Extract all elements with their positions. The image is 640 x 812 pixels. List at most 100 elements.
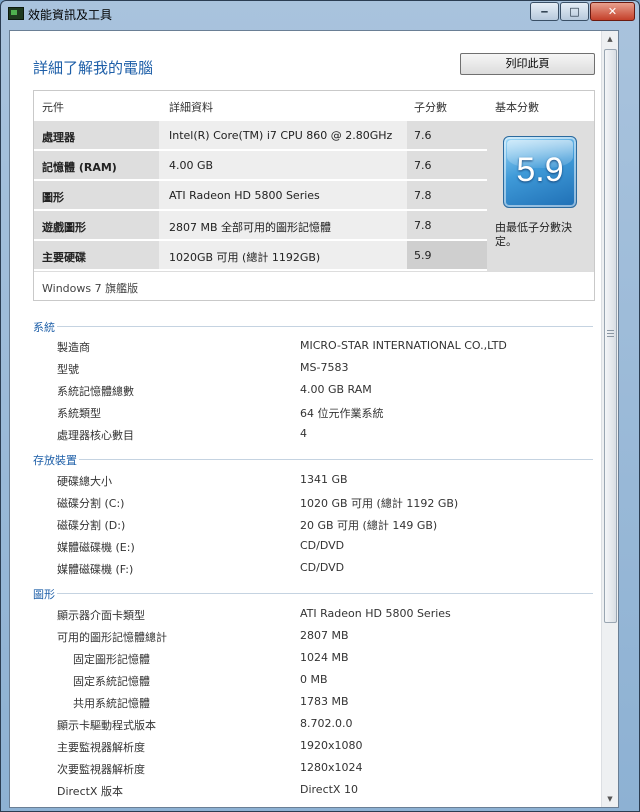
info-row: 媒體磁碟機 (E:) CD/DVD bbox=[10, 537, 590, 557]
info-row: 製造商 MICRO-STAR INTERNATIONAL CO.,LTD bbox=[10, 337, 590, 357]
section-divider bbox=[57, 326, 593, 327]
column-header-component: 元件 bbox=[42, 101, 64, 114]
info-label: 硬碟總大小 bbox=[57, 475, 112, 488]
info-label: 固定系統記憶體 bbox=[73, 675, 150, 688]
section-system: 系統 bbox=[33, 319, 593, 334]
column-header-details: 詳細資料 bbox=[169, 101, 213, 114]
info-row: 磁碟分割 (C:) 1020 GB 可用 (總計 1192 GB) bbox=[10, 493, 590, 513]
info-value: 4.00 GB RAM bbox=[300, 383, 372, 396]
minimize-button[interactable]: ‒ bbox=[530, 2, 559, 21]
window-title: 效能資訊及工具 bbox=[28, 8, 113, 22]
section-graphics: 圖形 bbox=[33, 586, 593, 601]
info-row: 固定系統記憶體 0 MB bbox=[10, 671, 590, 691]
app-window: 效能資訊及工具 ‒ □ ✕ 詳細了解我的電腦 列印此頁 元件 詳細資料 子分數 … bbox=[0, 0, 640, 812]
info-row: 系統記憶體總數 4.00 GB RAM bbox=[10, 381, 590, 401]
page-title: 詳細了解我的電腦 bbox=[33, 59, 154, 77]
component-details: 4.00 GB bbox=[169, 159, 214, 172]
maximize-icon: □ bbox=[569, 5, 580, 18]
windows-edition-row: Windows 7 旗艦版 bbox=[34, 271, 594, 301]
info-value: 1920x1080 bbox=[300, 739, 363, 752]
info-value: 1280x1024 bbox=[300, 761, 363, 774]
column-header-base-score: 基本分數 bbox=[495, 101, 539, 114]
info-label: 型號 bbox=[57, 363, 79, 376]
component-subscore: 7.6 bbox=[414, 159, 432, 172]
windows-edition: Windows 7 旗艦版 bbox=[42, 282, 139, 295]
info-value: CD/DVD bbox=[300, 539, 345, 552]
info-row: 固定圖形記憶體 1024 MB bbox=[10, 649, 590, 669]
component-details: ATI Radeon HD 5800 Series bbox=[169, 189, 320, 202]
info-value: 1020 GB 可用 (總計 1192 GB) bbox=[300, 497, 459, 510]
info-label: 媒體磁碟機 (E:) bbox=[57, 541, 135, 554]
info-row: 媒體磁碟機 (F:) CD/DVD bbox=[10, 559, 590, 579]
info-row: 硬碟總大小 1341 GB bbox=[10, 471, 590, 491]
info-value: MS-7583 bbox=[300, 361, 349, 374]
info-value: MICRO-STAR INTERNATIONAL CO.,LTD bbox=[300, 339, 507, 352]
info-row: 次要監視器解析度 1280x1024 bbox=[10, 759, 590, 779]
base-score-note: 由最低子分數決定。 bbox=[495, 221, 572, 248]
info-value: 20 GB 可用 (總計 149 GB) bbox=[300, 519, 438, 532]
info-value: 1341 GB bbox=[300, 473, 348, 486]
performance-app-icon bbox=[8, 7, 24, 20]
scroll-up-arrow-icon[interactable]: ▲ bbox=[602, 31, 618, 47]
base-score-badge: 5.9 bbox=[503, 136, 577, 208]
close-icon: ✕ bbox=[607, 5, 618, 18]
scrollbar-thumb[interactable] bbox=[604, 49, 617, 623]
info-value: CD/DVD bbox=[300, 561, 345, 574]
section-title: 存放裝置 bbox=[33, 454, 77, 467]
info-row: 可用的圖形記憶體總計 2807 MB bbox=[10, 627, 590, 647]
info-label: 共用系統記憶體 bbox=[73, 697, 150, 710]
section-divider bbox=[57, 593, 593, 594]
scrollbar-grip-icon bbox=[607, 330, 614, 338]
info-label: 顯示卡驅動程式版本 bbox=[57, 719, 156, 732]
window-controls: ‒ □ ✕ bbox=[529, 2, 635, 21]
info-label: 製造商 bbox=[57, 341, 90, 354]
info-label: 磁碟分割 (D:) bbox=[57, 519, 126, 532]
info-value: 64 位元作業系統 bbox=[300, 407, 384, 420]
info-label: 處理器核心數目 bbox=[57, 429, 134, 442]
info-row: 主要監視器解析度 1920x1080 bbox=[10, 737, 590, 757]
component-name: 記憶體 (RAM) bbox=[42, 161, 117, 174]
base-score-value: 5.9 bbox=[516, 151, 564, 189]
info-row: 磁碟分割 (D:) 20 GB 可用 (總計 149 GB) bbox=[10, 515, 590, 535]
info-label: 主要監視器解析度 bbox=[57, 741, 145, 754]
info-value: 0 MB bbox=[300, 673, 328, 686]
base-score-cell: 5.9 由最低子分數決定。 bbox=[487, 121, 594, 271]
close-button[interactable]: ✕ bbox=[590, 2, 635, 21]
component-details: 1020GB 可用 (總計 1192GB) bbox=[169, 251, 321, 264]
component-name: 主要硬碟 bbox=[42, 251, 86, 264]
component-details: Intel(R) Core(TM) i7 CPU 860 @ 2.80GHz bbox=[169, 129, 393, 142]
info-row: DirectX 版本 DirectX 10 bbox=[10, 781, 590, 801]
info-label: 系統記憶體總數 bbox=[57, 385, 134, 398]
info-label: 媒體磁碟機 (F:) bbox=[57, 563, 134, 576]
section-divider bbox=[79, 459, 593, 460]
info-row: 顯示器介面卡類型 ATI Radeon HD 5800 Series bbox=[10, 605, 590, 625]
info-label: DirectX 版本 bbox=[57, 785, 123, 798]
info-row: 共用系統記憶體 1783 MB bbox=[10, 693, 590, 713]
info-row: 處理器核心數目 4 bbox=[10, 425, 590, 445]
content-pane: 詳細了解我的電腦 列印此頁 元件 詳細資料 子分數 基本分數 處理器 Intel… bbox=[9, 30, 619, 808]
component-name: 遊戲圖形 bbox=[42, 221, 86, 234]
title-bar[interactable]: 效能資訊及工具 ‒ □ ✕ bbox=[1, 1, 639, 25]
component-details: 2807 MB 全部可用的圖形記憶體 bbox=[169, 221, 332, 234]
info-value: 1783 MB bbox=[300, 695, 349, 708]
info-row: 型號 MS-7583 bbox=[10, 359, 590, 379]
column-header-subscore: 子分數 bbox=[414, 101, 447, 114]
info-value: 4 bbox=[300, 427, 307, 440]
maximize-button[interactable]: □ bbox=[560, 2, 589, 21]
info-label: 固定圖形記憶體 bbox=[73, 653, 150, 666]
component-name: 圖形 bbox=[42, 191, 64, 204]
info-label: 磁碟分割 (C:) bbox=[57, 497, 125, 510]
component-name: 處理器 bbox=[42, 131, 75, 144]
score-table-header: 元件 詳細資料 子分數 基本分數 bbox=[34, 91, 594, 120]
info-label: 次要監視器解析度 bbox=[57, 763, 145, 776]
scroll-down-arrow-icon[interactable]: ▼ bbox=[602, 791, 618, 807]
info-row: 顯示卡驅動程式版本 8.702.0.0 bbox=[10, 715, 590, 735]
component-subscore: 7.8 bbox=[414, 219, 432, 232]
component-subscore: 5.9 bbox=[414, 249, 432, 262]
section-title: 系統 bbox=[33, 321, 55, 334]
print-page-button[interactable]: 列印此頁 bbox=[460, 53, 595, 75]
vertical-scrollbar[interactable]: ▲ ▼ bbox=[601, 31, 618, 807]
score-panel: 元件 詳細資料 子分數 基本分數 處理器 Intel(R) Core(TM) i… bbox=[33, 90, 595, 301]
section-storage: 存放裝置 bbox=[33, 452, 593, 467]
section-title: 圖形 bbox=[33, 588, 55, 601]
